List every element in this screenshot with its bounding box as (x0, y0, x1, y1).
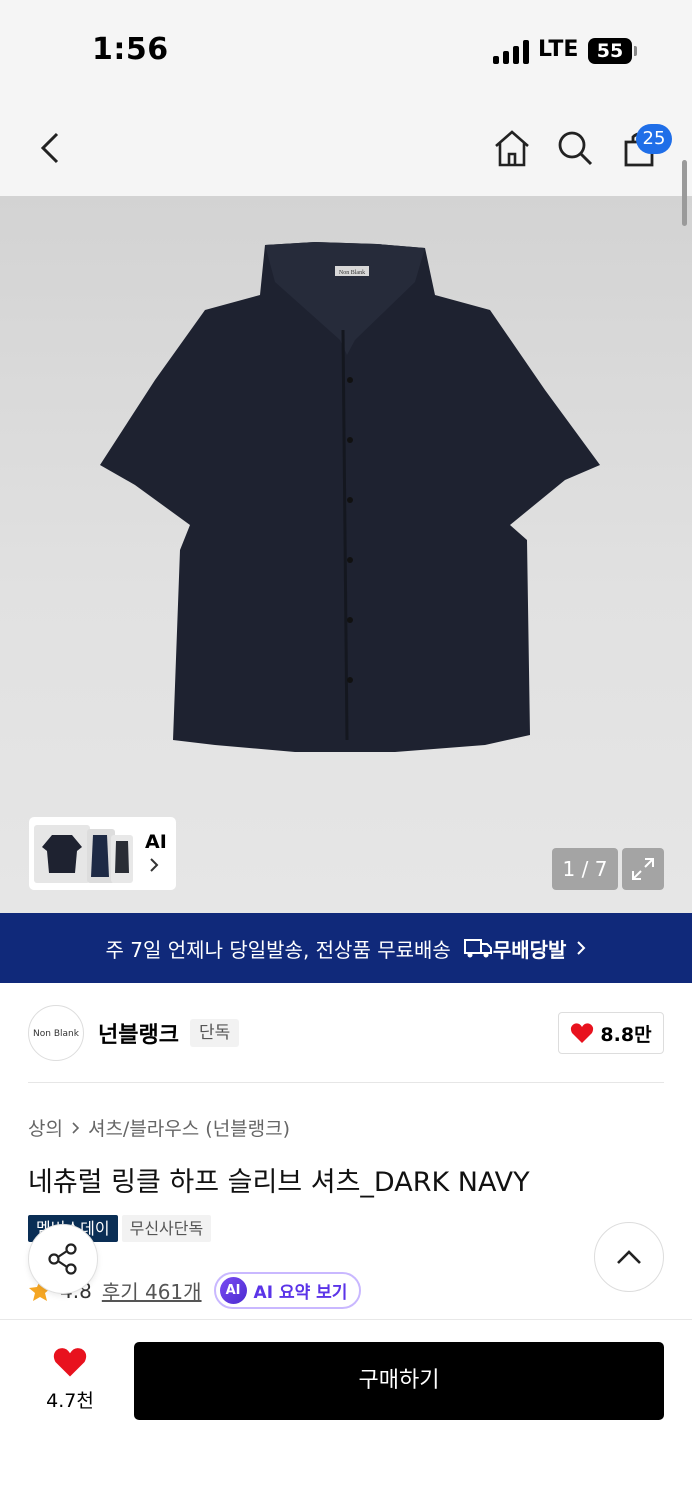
ai-summary-button[interactable]: AI AI 요약 보기 (213, 1272, 362, 1309)
ai-summary-label: AI 요약 보기 (253, 1283, 348, 1303)
shipping-banner[interactable]: 주 7일 언제나 당일발송, 전상품 무료배송 무배당발 (0, 913, 692, 983)
home-icon (495, 130, 529, 167)
scroll-top-button[interactable] (594, 1222, 664, 1292)
battery-cap (634, 46, 637, 56)
status-time: 1:56 (92, 32, 169, 67)
banner-logo: 무배당발 (463, 934, 567, 963)
ai-label: AI (145, 831, 167, 853)
bottom-action-bar: 4.7천 구매하기 (0, 1319, 692, 1500)
buy-button[interactable]: 구매하기 (134, 1342, 664, 1420)
ai-badge-icon: AI (219, 1277, 247, 1304)
brand-name[interactable]: 넌블랭크 (98, 1017, 179, 1049)
product-like-button[interactable]: 4.7천 (28, 1346, 112, 1413)
shirt-tag-label: Non Blank (339, 270, 365, 276)
product-title: 네츄럴 링클 하프 슬리브 셔츠_DARK NAVY (28, 1167, 530, 1198)
cart-count-badge: 25 (636, 124, 672, 154)
musinsa-exclusive-tag: 무신사단독 (121, 1215, 212, 1242)
ai-thumbnail-strip[interactable]: AI (29, 817, 176, 890)
search-button[interactable] (551, 124, 599, 172)
delivery-truck-icon (463, 939, 492, 958)
heart-icon (53, 1348, 87, 1377)
back-button[interactable] (26, 124, 74, 172)
share-icon (48, 1243, 77, 1275)
exclusive-tag: 단독 (190, 1019, 240, 1047)
scroll-indicator[interactable] (682, 160, 687, 226)
image-page-counter: 1 / 7 (552, 848, 618, 890)
breadcrumb: 상의 셔츠/블라우스 (넌블랭크) (28, 1114, 290, 1141)
divider (28, 1082, 664, 1083)
brand-row: Non Blank 넌블랭크 단독 8.8만 (0, 983, 692, 1083)
chevron-right-icon (72, 1121, 80, 1134)
breadcrumb-subcategory[interactable]: 셔츠/블라우스 (넌블랭크) (88, 1114, 290, 1141)
status-bar: 1:56 LTE 55 (0, 0, 692, 100)
thumbnail-3[interactable] (111, 835, 133, 883)
chevron-right-icon (577, 941, 586, 955)
banner-logo-text: 무배당발 (492, 937, 567, 962)
battery-icon: 55 (588, 38, 632, 64)
expand-button[interactable] (622, 848, 664, 890)
network-label: LTE (538, 37, 579, 62)
home-button[interactable] (488, 124, 536, 172)
breadcrumb-category[interactable]: 상의 (28, 1114, 63, 1141)
brand-like-count: 8.8만 (600, 1023, 652, 1046)
back-icon (40, 132, 59, 164)
expand-icon (632, 858, 654, 880)
brand-like-button[interactable]: 8.8만 (558, 1012, 664, 1054)
thumbnail-1[interactable] (34, 825, 90, 883)
heart-icon (571, 1023, 594, 1043)
top-nav (0, 100, 692, 196)
signal-icon (493, 40, 529, 64)
brand-logo[interactable]: Non Blank (28, 1005, 84, 1061)
chevron-right-icon (150, 858, 159, 872)
banner-text: 주 7일 언제나 당일발송, 전상품 무료배송 (105, 937, 451, 962)
product-like-count: 4.7천 (46, 1390, 94, 1412)
reviews-link[interactable]: 후기 461개 (102, 1276, 202, 1305)
chevron-up-icon (617, 1250, 641, 1264)
search-icon (558, 131, 593, 166)
shirt-image: Non Blank (100, 242, 600, 752)
share-button[interactable] (28, 1224, 98, 1294)
product-image-gallery[interactable]: Non Blank AI 1 / 7 (0, 196, 692, 913)
